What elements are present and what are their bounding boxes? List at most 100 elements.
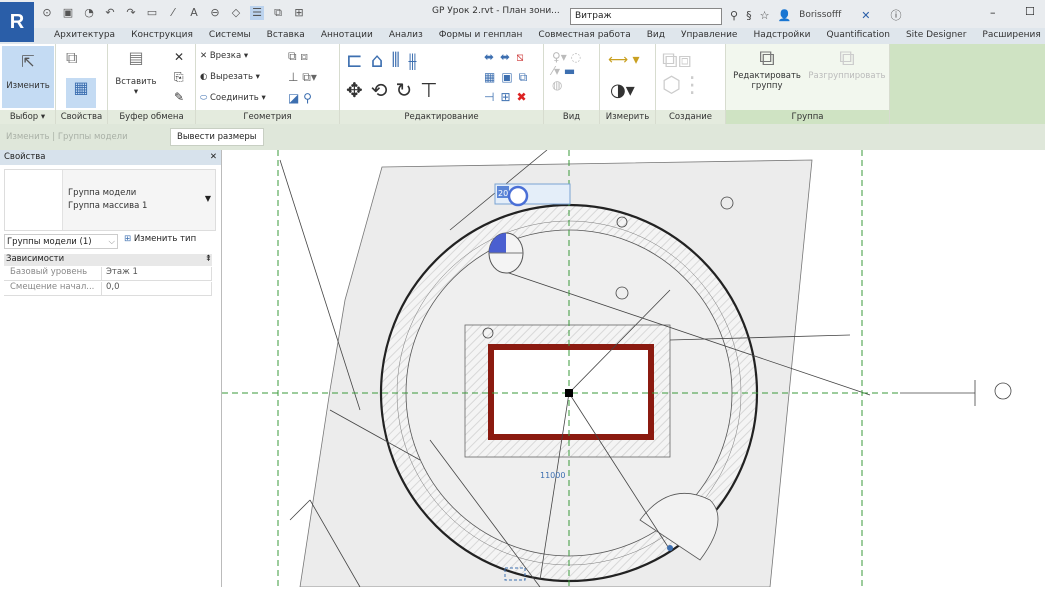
cursor-ring-icon [507, 185, 529, 207]
type-family: Группа модели [68, 188, 137, 198]
tab-structure[interactable]: Конструкция [123, 28, 201, 44]
document-title: GP Урок 2.rvt - План зони... [432, 6, 560, 16]
help-icon[interactable]: ⓘ [891, 7, 902, 23]
instance-filter-select[interactable]: Группы модели (1) ⌵ [4, 234, 118, 249]
properties-palette: Свойства ✕ Группа модели Группа массива 1… [0, 150, 222, 587]
group-constraints[interactable]: Зависимости ⇞ [4, 254, 212, 266]
join-button[interactable]: ⬭ Соединить ▾ [200, 93, 266, 103]
panel-measure: ⟷ ▾ ◑▾ Измерить [600, 44, 656, 124]
panel-modify: ⊏⌂⫴⫵ ✥⟲↻⊤ ⬌⬌⧅ ▦▣⧉ ⊣⊞✖ Редактирование [340, 44, 544, 124]
edit-small-icons-3[interactable]: ⊣⊞✖ [484, 90, 533, 104]
user-name[interactable]: Borissofff [799, 10, 841, 20]
edit-group-icon: ⧉ [759, 46, 775, 71]
thin-lines-icon[interactable]: ☰ [250, 6, 264, 20]
edit-type-button[interactable]: ⊞ Изменить тип [124, 234, 196, 244]
match-properties-icon[interactable]: ✎ [174, 90, 184, 104]
geometry-tools-icons[interactable]: ⧉ ⧈ [288, 49, 308, 64]
modify-label: Изменить [6, 81, 50, 91]
tab-collaborate[interactable]: Совместная работа [530, 28, 638, 44]
tab-manage[interactable]: Управление [673, 28, 745, 44]
temp-input-value: 20 [498, 189, 508, 198]
user-icon[interactable]: 👤 [777, 9, 791, 22]
save-icon[interactable]: ▣ [61, 6, 75, 20]
print-icon[interactable]: ▭ [145, 6, 159, 20]
edit-small-icons-2[interactable]: ▦▣⧉ [484, 70, 533, 85]
chevron-down-icon: ▼ [204, 194, 211, 203]
panel-label: Редактирование [340, 110, 543, 124]
minimize-button[interactable]: – [990, 6, 996, 19]
type-name: Группа массива 1 [68, 201, 148, 211]
edit-small-icons-1[interactable]: ⬌⬌⧅ [484, 50, 530, 65]
title-bar: R ⊙ ▣ ◔ ↶ ↷ ▭ ⁄ A ⊖ ◇ ☰ ⧉ ⊞ GP Урок 2.rvt - План зон… [0, 0, 1045, 42]
tab-extensions[interactable]: Расширения [974, 28, 1045, 44]
type-properties-icon[interactable]: ⧉ [66, 48, 77, 68]
split-face-icons[interactable]: ⊥ ⧉▾ [288, 70, 317, 85]
drawing-canvas[interactable]: 11000 20 [222, 149, 1045, 588]
tab-analyze[interactable]: Анализ [381, 28, 431, 44]
panel-properties: ⧉ ▦ Свойства [56, 44, 108, 124]
quick-access-toolbar: ⊙ ▣ ◔ ↶ ↷ ▭ ⁄ A ⊖ ◇ ☰ ⧉ ⊞ [40, 6, 306, 20]
panel-label: Измерить [600, 110, 655, 124]
measure-icon[interactable]: ⟷ ▾ [608, 52, 640, 68]
section-icon[interactable]: ◇ [229, 6, 243, 20]
ungroup-button[interactable]: ⧉ Разгруппировать [806, 46, 888, 81]
property-row[interactable]: Смещение начал... 0,0 [4, 282, 212, 296]
cut-clipboard-icon[interactable]: ✕ [174, 50, 184, 64]
tab-site-designer[interactable]: Site Designer [898, 28, 974, 44]
3d-view-icon[interactable]: ⊖ [208, 6, 222, 20]
tab-systems[interactable]: Системы [201, 28, 259, 44]
panel-label[interactable]: Выбор ▾ [0, 110, 55, 124]
panel-clipboard: ▤ Вставить ▾ ✕ ⎘ ✎ Буфер обмена [108, 44, 196, 124]
cut-geometry-button[interactable]: ◐ Вырезать ▾ [200, 72, 260, 82]
tab-annotate[interactable]: Аннотации [313, 28, 381, 44]
switch-windows-icon[interactable]: ⊞ [292, 6, 306, 20]
tab-insert[interactable]: Вставка [259, 28, 313, 44]
ribbon: ⇱ Изменить Выбор ▾ ⧉ ▦ Свойства ▤ Вставить… [0, 44, 1045, 124]
app-menu-button[interactable]: R [0, 2, 34, 42]
tab-massing-site[interactable]: Формы и генплан [431, 28, 531, 44]
paint-icons[interactable]: ◪ ⚲ [288, 91, 312, 105]
properties-icon[interactable]: ▦ [66, 78, 96, 108]
undo-icon[interactable]: ↶ [103, 6, 117, 20]
tab-quantification[interactable]: Quantification [819, 28, 898, 44]
property-row[interactable]: Базовый уровень Этаж 1 [4, 267, 212, 281]
text-icon[interactable]: A [187, 6, 201, 20]
copy-icon[interactable]: ⎘ [174, 70, 184, 85]
close-hidden-icon[interactable]: ⧉ [271, 6, 285, 20]
panel-view: ♀▾ ◌ ⁄▾ ▬ ◍ Вид [544, 44, 600, 124]
cope-button[interactable]: ✕ Врезка ▾ [200, 51, 248, 61]
panel-label: Группа [726, 110, 889, 124]
panel-select: ⇱ Изменить Выбор ▾ [0, 44, 56, 124]
close-icon[interactable]: ✕ [210, 152, 217, 163]
star-icon[interactable]: ☆ [760, 9, 770, 22]
maximize-button[interactable]: ☐ [1025, 5, 1035, 18]
view-icons[interactable]: ♀▾ ◌ ⁄▾ ▬ ◍ [552, 50, 581, 92]
activate-dimensions-button[interactable]: Вывести размеры [170, 128, 264, 146]
ungroup-icon: ⧉ [839, 46, 855, 71]
measure-icon[interactable]: ⁄ [166, 6, 180, 20]
subscription-icon[interactable]: § [746, 9, 752, 22]
ribbon-tabs: Архитектура Конструкция Системы Вставка … [0, 28, 1045, 44]
redo-icon[interactable]: ↷ [124, 6, 138, 20]
edit-group-button[interactable]: ⧉ Редактировать группу [728, 46, 806, 91]
type-preview [5, 170, 63, 230]
paste-icon: ▤ [128, 48, 144, 67]
panel-create: ⧉⧈ ⬡⋮ Создание [656, 44, 726, 124]
paste-button[interactable]: ▤ Вставить ▾ [114, 48, 158, 97]
tab-architecture[interactable]: Архитектура [46, 28, 123, 44]
type-selector[interactable]: Группа модели Группа массива 1 ▼ [4, 169, 216, 231]
exchange-icon[interactable]: ✕ [861, 9, 870, 22]
move-copy-rotate-icons[interactable]: ✥⟲↻⊤ [346, 78, 446, 102]
create-icons[interactable]: ⧉⧈ ⬡⋮ [662, 48, 703, 98]
binoculars-icon[interactable]: ⚲ [730, 9, 738, 22]
search-input[interactable]: Витраж [570, 8, 722, 25]
tab-view[interactable]: Вид [639, 28, 673, 44]
modify-button[interactable]: ⇱ Изменить [2, 46, 54, 108]
panel-label: Буфер обмена [108, 110, 195, 124]
cursor-icon: ⇱ [21, 52, 35, 71]
tab-addins[interactable]: Надстройки [745, 28, 818, 44]
align-offset-mirror-icons[interactable]: ⊏⌂⫴⫵ [346, 48, 425, 72]
dimension-icon[interactable]: ◑▾ [610, 80, 635, 101]
open-icon[interactable]: ⊙ [40, 6, 54, 20]
sync-icon[interactable]: ◔ [82, 6, 96, 20]
